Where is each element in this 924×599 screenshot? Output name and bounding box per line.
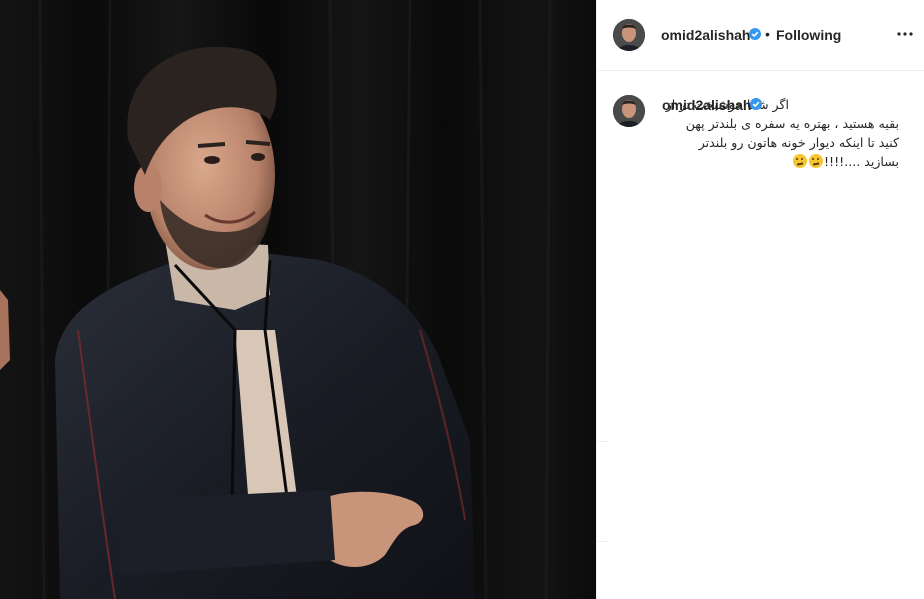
avatar[interactable] [613,95,645,127]
verified-badge-icon [749,28,761,40]
caption-line: بقیه هستید ، بهتره یه سفره ی بلندتر پهن [685,116,899,131]
caption-line: کنید تا اینکه دیوار خونه هاتون رو بلندتر [698,135,899,150]
following-button[interactable]: Following [776,27,841,43]
caption-line-last: بسازید ....!!!! [657,152,899,171]
thinking-face-emoji-icon [809,154,823,168]
divider [597,541,609,542]
username-link[interactable]: omid2alishah [661,27,750,43]
avatar[interactable] [613,19,645,51]
post-header: omid2alishah • Following [597,0,924,71]
instagram-post-modal: omid2alishah • Following اگر شما خوشبخت … [0,0,924,599]
thinking-face-emoji-icon [793,154,807,168]
caption-text-end: بسازید ....!!!! [824,154,899,169]
post-sidebar: omid2alishah • Following اگر شما خوشبخت … [596,0,924,599]
divider [597,441,609,442]
verified-badge-icon [750,98,762,110]
more-options-icon[interactable] [897,31,913,37]
post-photo[interactable] [0,0,596,599]
caption-username-link[interactable]: omid2alishah [662,97,751,113]
separator-dot: • [765,26,770,42]
